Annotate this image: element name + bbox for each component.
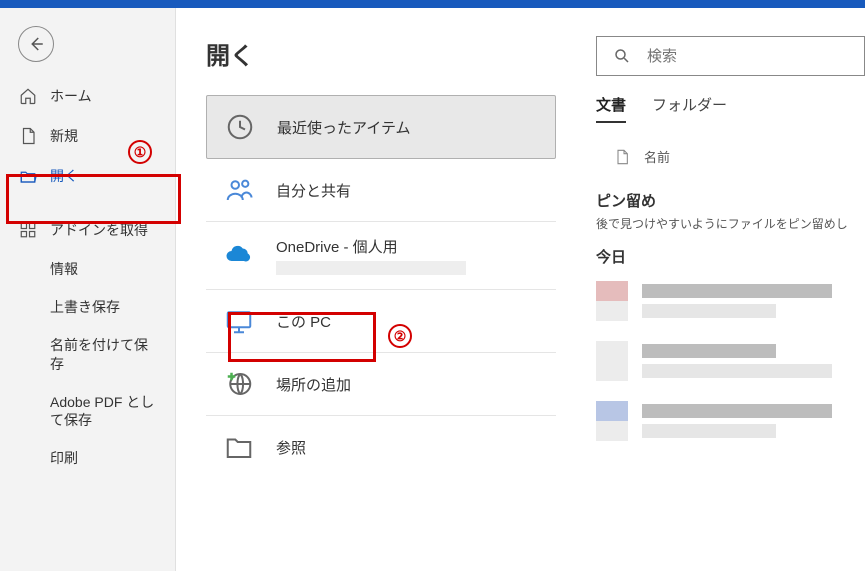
tab-folders[interactable]: フォルダー xyxy=(652,94,727,123)
arrow-left-icon xyxy=(27,35,45,53)
onedrive-icon xyxy=(222,239,256,273)
file-icon xyxy=(614,149,630,165)
grid-icon xyxy=(18,221,38,239)
location-label: 最近使ったアイテム xyxy=(277,117,539,138)
file-thumbnail xyxy=(596,341,628,381)
sidebar-item-info[interactable]: 情報 xyxy=(0,250,175,288)
location-onedrive[interactable]: OneDrive - 個人用 xyxy=(206,222,556,290)
location-label: この PC xyxy=(276,311,540,332)
location-label: 参照 xyxy=(276,437,540,458)
location-label: 自分と共有 xyxy=(276,180,540,201)
section-today-title: 今日 xyxy=(596,246,865,267)
file-icon xyxy=(18,127,38,145)
sidebar-item-label: アドインを取得 xyxy=(50,220,148,240)
location-browse[interactable]: 参照 xyxy=(206,416,556,478)
sidebar-item-open[interactable]: 開く xyxy=(0,156,175,196)
sidebar-item-label: ホーム xyxy=(50,86,92,106)
location-label: OneDrive - 個人用 xyxy=(276,236,540,257)
sidebar-item-label: 新規 xyxy=(50,126,78,146)
sidebar-item-save-adobe[interactable]: Adobe PDF として保存 xyxy=(0,383,175,439)
location-add-place[interactable]: 場所の追加 xyxy=(206,353,556,416)
home-icon xyxy=(18,87,38,105)
sidebar-item-addins[interactable]: アドインを取得 xyxy=(0,210,175,250)
search-box[interactable] xyxy=(596,36,865,76)
location-label: 場所の追加 xyxy=(276,374,540,395)
sidebar-item-label: 開く xyxy=(50,166,78,186)
sidebar-item-save[interactable]: 上書き保存 xyxy=(0,288,175,326)
pc-icon xyxy=(222,304,256,338)
file-name-redacted xyxy=(642,404,865,438)
section-pinned-title: ピン留め xyxy=(596,190,865,211)
globe-plus-icon xyxy=(222,367,256,401)
sidebar-item-save-as[interactable]: 名前を付けて保存 xyxy=(0,326,175,382)
title-bar xyxy=(0,0,865,8)
clock-icon xyxy=(223,110,257,144)
location-recent[interactable]: 最近使ったアイテム xyxy=(206,95,556,159)
folder-icon xyxy=(222,430,256,464)
search-icon xyxy=(613,47,631,65)
sidebar-item-home[interactable]: ホーム xyxy=(0,76,175,116)
location-shared[interactable]: 自分と共有 xyxy=(206,159,556,222)
folder-open-icon xyxy=(18,167,38,185)
location-this-pc[interactable]: この PC xyxy=(206,290,556,353)
page-title: 開く xyxy=(206,36,556,71)
section-pinned-note: 後で見つけやすいようにファイルをピン留めし xyxy=(596,215,865,232)
file-name-redacted xyxy=(642,344,865,378)
people-icon xyxy=(222,173,256,207)
file-thumbnail xyxy=(596,401,628,441)
tab-documents[interactable]: 文書 xyxy=(596,94,626,123)
recent-file-row[interactable] xyxy=(596,271,865,331)
sidebar-item-print[interactable]: 印刷 xyxy=(0,439,175,477)
filter-tabs: 文書 フォルダー xyxy=(596,94,865,123)
backstage-sidebar: ホーム 新規 開く アドインを取得 情報 上書き保存 xyxy=(0,8,176,571)
file-name-redacted xyxy=(642,284,865,318)
onedrive-account-redacted xyxy=(276,261,466,275)
recent-file-row[interactable] xyxy=(596,331,865,391)
column-header-name[interactable]: 名前 xyxy=(596,141,865,176)
file-thumbnail xyxy=(596,281,628,321)
main-panel: 開く 最近使ったアイテム 自分と共有 OneDrive - 個人用 xyxy=(176,8,865,571)
recent-file-row[interactable] xyxy=(596,391,865,451)
sidebar-item-new[interactable]: 新規 xyxy=(0,116,175,156)
search-input[interactable] xyxy=(645,47,848,66)
back-button[interactable] xyxy=(18,26,54,62)
